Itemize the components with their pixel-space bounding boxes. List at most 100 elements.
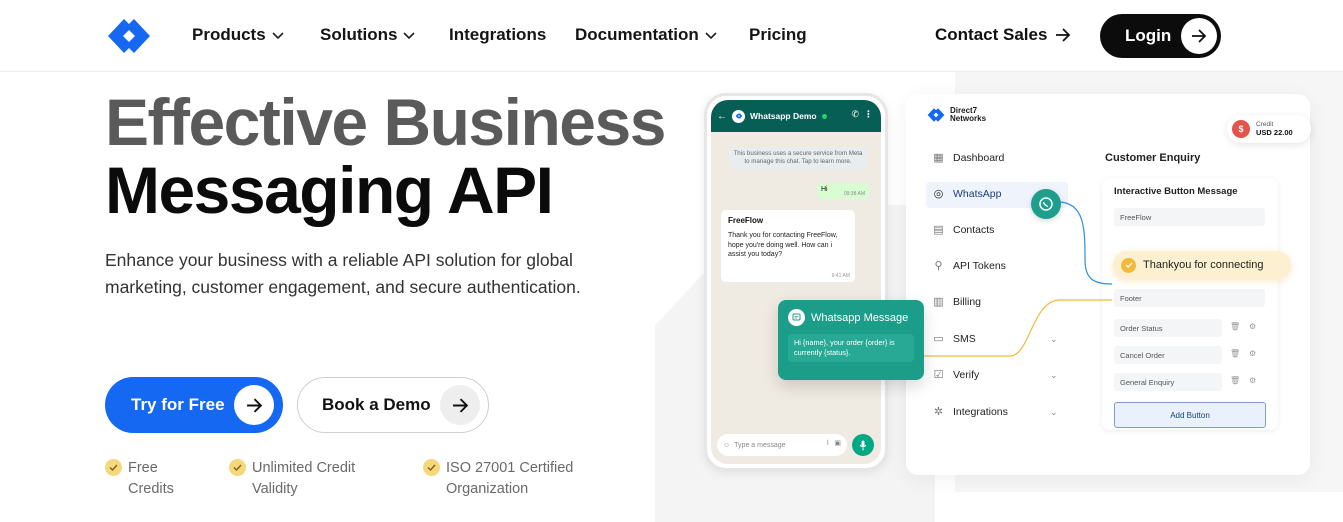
phone-mockup: ← Whatsapp Demo ✆ ⋮ This business uses a… xyxy=(704,93,888,471)
avatar xyxy=(732,109,745,123)
book-a-demo-button[interactable]: Book a Demo xyxy=(297,377,489,433)
card-title: Whatsapp Message xyxy=(811,311,909,324)
menu-label: Contacts xyxy=(953,223,995,236)
menu-item-verify[interactable]: ☑ Verify xyxy=(932,368,980,382)
trash-icon[interactable]: 🗑 xyxy=(1230,322,1240,331)
input-placeholder: Type a message xyxy=(734,441,786,449)
menu-item-sms[interactable]: ▭ SMS xyxy=(932,332,976,346)
nav-integrations[interactable]: Integrations xyxy=(449,25,546,45)
feature-item: Unlimited Credit Validity xyxy=(229,458,355,500)
nav-products-label: Products xyxy=(192,25,266,44)
menu-item-contacts[interactable]: ▤ Contacts xyxy=(932,223,995,237)
book-a-demo-label: Book a Demo xyxy=(322,395,431,414)
dashboard-brand: Direct7 Networks xyxy=(926,107,986,123)
login-label: Login xyxy=(1125,26,1172,45)
gear-icon[interactable]: ⚙ xyxy=(1249,322,1256,331)
contact-sales-link[interactable]: Contact Sales xyxy=(935,25,1071,45)
chat-title: Whatsapp Demo xyxy=(750,111,817,121)
hero-subtitle: Enhance your business with a reliable AP… xyxy=(105,250,581,297)
interactive-button-panel: Interactive Button Message FreeFlow Foot… xyxy=(1102,178,1278,430)
trash-icon[interactable]: 🗑 xyxy=(1230,349,1240,358)
arrow-right-icon xyxy=(452,397,468,413)
menu-item-dashboard[interactable]: ▦ Dashboard xyxy=(932,151,1005,165)
message-time: 9:41 AM xyxy=(831,273,850,279)
login-arrow xyxy=(1181,18,1217,54)
try-arrow xyxy=(234,385,274,425)
message-text: Thank you for contacting FreeFlow, hope … xyxy=(728,232,838,258)
button-field[interactable]: Order Status xyxy=(1114,319,1222,337)
arrow-right-icon xyxy=(1056,28,1071,42)
sender-name: FreeFlow xyxy=(728,216,764,225)
gear-icon[interactable]: ⚙ xyxy=(1249,349,1256,358)
nav-integrations-label: Integrations xyxy=(449,25,547,44)
chevron-down-icon[interactable]: ⌄ xyxy=(1050,407,1058,418)
mic-button[interactable] xyxy=(852,434,874,456)
camera-icon[interactable]: ▣ xyxy=(834,439,841,447)
hero-title-line1: Effective Business xyxy=(105,85,666,159)
back-arrow-icon[interactable]: ← xyxy=(717,111,727,122)
nav-documentation[interactable]: Documentation xyxy=(575,25,717,45)
chevron-down-icon xyxy=(403,32,416,40)
toast-text: Thankyou for connecting xyxy=(1143,259,1264,271)
chat-header: ← Whatsapp Demo ✆ ⋮ xyxy=(711,100,881,132)
hero-title-line2: Messaging API xyxy=(105,153,554,227)
login-button[interactable]: Login xyxy=(1100,14,1221,58)
attach-icon[interactable]: ⌇ xyxy=(826,439,829,447)
nav-solutions[interactable]: Solutions xyxy=(320,25,416,45)
integrations-icon: ✲ xyxy=(933,406,944,418)
nav-products[interactable]: Products xyxy=(192,25,284,45)
name-field[interactable]: FreeFlow xyxy=(1114,208,1265,226)
try-for-free-label: Try for Free xyxy=(131,395,225,414)
phone-call-icon[interactable]: ✆ xyxy=(851,109,859,120)
menu-label: Dashboard xyxy=(953,151,1005,164)
brand-logo-icon[interactable] xyxy=(104,17,154,55)
try-for-free-button[interactable]: Try for Free xyxy=(105,377,283,433)
contacts-icon: ▤ xyxy=(933,224,944,236)
feature-text: Free xyxy=(128,460,158,476)
trash-icon[interactable]: 🗑 xyxy=(1230,376,1240,385)
menu-item-integrations[interactable]: ✲ Integrations xyxy=(932,405,1008,419)
footer-field[interactable]: Footer xyxy=(1114,289,1265,307)
check-icon xyxy=(105,459,122,476)
whatsapp-icon: ◎ xyxy=(933,188,944,200)
nav-pricing-label: Pricing xyxy=(749,25,807,44)
menu-item-api-tokens[interactable]: ⚲ API Tokens xyxy=(932,259,1006,273)
arrow-right-icon xyxy=(246,397,262,413)
check-icon xyxy=(423,459,440,476)
outgoing-message: Hi 09:38 AM xyxy=(817,183,869,199)
feature-text: Unlimited Credit xyxy=(252,460,356,476)
button-field[interactable]: Cancel Order xyxy=(1114,346,1222,364)
demo-arrow xyxy=(440,385,480,425)
menu-label: API Tokens xyxy=(953,259,1006,272)
credit-badge: $ Credit USD 22.00 xyxy=(1227,115,1311,143)
message-time: 09:38 AM xyxy=(843,191,865,197)
button-field[interactable]: General Enquiry xyxy=(1114,373,1222,391)
menu-label: WhatsApp xyxy=(953,187,1002,200)
menu-label: Billing xyxy=(953,295,982,308)
menu-label: Verify xyxy=(953,368,980,381)
message-icon xyxy=(788,309,805,326)
chevron-down-icon xyxy=(272,32,284,40)
credit-label: Credit xyxy=(1256,121,1274,128)
verify-icon: ☑ xyxy=(933,369,944,381)
menu-item-whatsapp[interactable]: ◎ WhatsApp xyxy=(932,187,1002,201)
emoji-icon[interactable]: ☺ xyxy=(723,442,730,449)
more-options-icon[interactable]: ⋮ xyxy=(864,109,873,120)
credit-value: USD 22.00 xyxy=(1256,128,1293,137)
menu-label: SMS xyxy=(953,332,976,345)
chevron-down-icon[interactable]: ⌄ xyxy=(1050,334,1058,345)
nav-pricing[interactable]: Pricing xyxy=(749,25,807,45)
chevron-down-icon[interactable]: ⌄ xyxy=(1050,370,1058,381)
sms-icon: ▭ xyxy=(933,333,944,345)
brand-name: Networks xyxy=(950,114,987,123)
menu-item-billing[interactable]: ▥ Billing xyxy=(932,295,982,309)
gear-icon[interactable]: ⚙ xyxy=(1249,376,1256,385)
feature-item: Free Credits xyxy=(105,458,174,500)
add-button[interactable]: Add Button xyxy=(1114,402,1266,428)
chevron-down-icon xyxy=(705,32,717,40)
contact-sales-label: Contact Sales xyxy=(935,25,1048,44)
feature-text: Credits xyxy=(128,481,174,497)
search-icon: ⚲ xyxy=(934,260,943,272)
message-input[interactable]: ☺ Type a message ⌇ ▣ xyxy=(717,434,847,456)
panel-title: Interactive Button Message xyxy=(1114,186,1238,197)
